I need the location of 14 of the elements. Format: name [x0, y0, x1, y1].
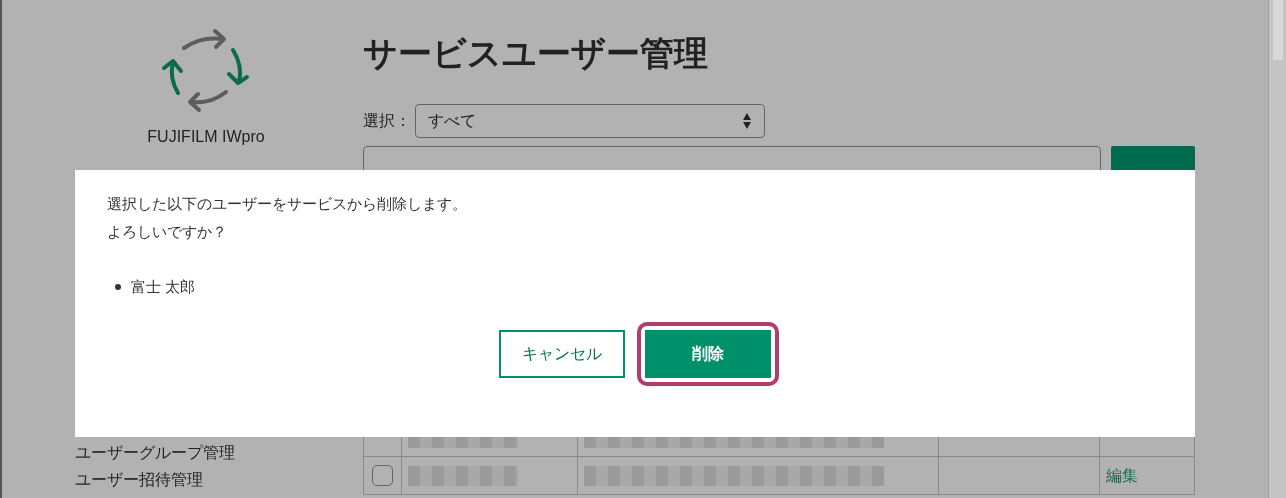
- row-checkbox[interactable]: [372, 465, 393, 486]
- dialog-message: 選択した以下のユーザーをサービスから削除します。: [107, 194, 468, 214]
- filter-label: 選択：: [363, 111, 411, 131]
- sidebar-item[interactable]: ユーザー招待管理: [75, 466, 363, 493]
- cancel-button[interactable]: キャンセル: [499, 329, 625, 378]
- page-title: サービスユーザー管理: [363, 33, 709, 74]
- filter-select[interactable]: すべて: [415, 104, 765, 138]
- bullet-icon: [115, 284, 121, 291]
- sort-arrows-icon: [742, 111, 752, 131]
- dialog-message: よろしいですか？: [107, 222, 228, 242]
- user-name: 富士 太郎: [131, 277, 196, 297]
- delete-button[interactable]: 削除: [645, 329, 771, 378]
- logo-text: FUJIFILM IWpro: [147, 127, 265, 147]
- sidebar-item[interactable]: ユーザーグループ管理: [75, 439, 363, 466]
